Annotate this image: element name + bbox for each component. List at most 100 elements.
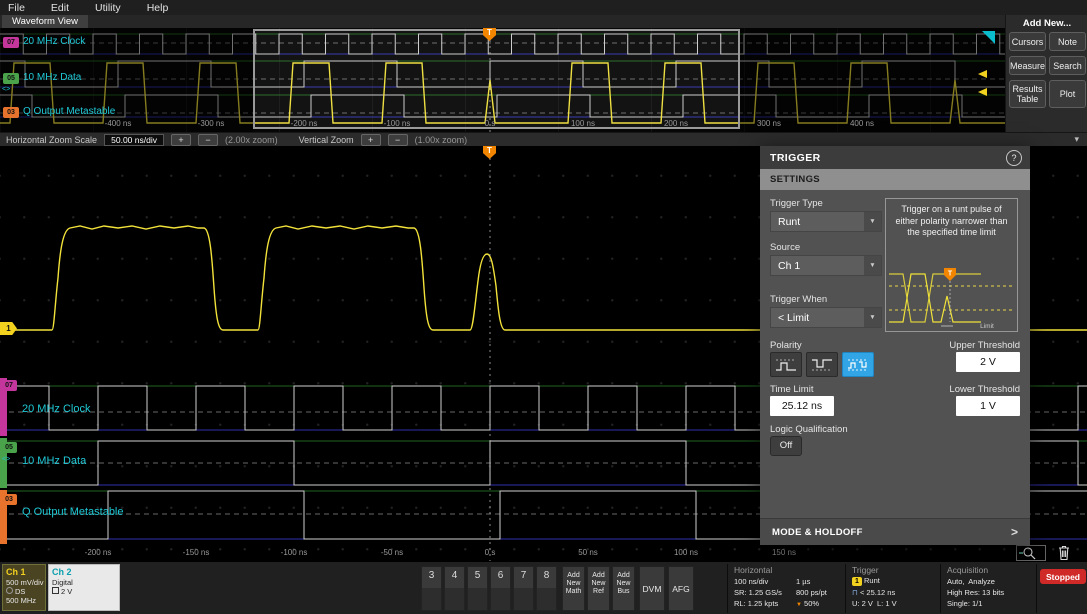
main-axis-tick: 150 ns	[771, 548, 797, 557]
expander-icon[interactable]: <>	[2, 86, 10, 93]
main-label-data: 10 MHz Data	[22, 455, 87, 467]
ch4-button[interactable]: 4	[444, 566, 465, 611]
overview-zoom-box[interactable]	[253, 29, 740, 129]
trigger-type-dropdown[interactable]: Runt ▼	[770, 211, 882, 232]
main-badge-d7[interactable]: 07	[1, 380, 17, 391]
overview-badge-d5[interactable]: 05	[3, 73, 19, 84]
overview-badge-d7[interactable]: 07	[3, 37, 19, 48]
source-dropdown[interactable]: Ch 1 ▼	[770, 255, 882, 276]
overview-axis-tick: 300 ns	[756, 119, 782, 128]
trash-icon[interactable]	[1056, 544, 1072, 561]
search-mark-icon[interactable]	[982, 31, 995, 44]
lower-threshold-input[interactable]: 1 V	[956, 396, 1020, 416]
cursors-button[interactable]: Cursors	[1009, 32, 1046, 51]
ch5-button[interactable]: 5	[467, 566, 488, 611]
dvm-button[interactable]: DVM	[639, 566, 665, 611]
measure-button[interactable]: Measure	[1009, 56, 1046, 75]
overview-axis-tick: 100 ns	[570, 119, 596, 128]
v-zoom-label: Vertical Zoom	[298, 134, 354, 145]
menu-edit[interactable]: Edit	[51, 2, 69, 14]
main-label-clock: 20 MHz Clock	[22, 403, 91, 415]
runt-icon: ⊓	[852, 588, 858, 597]
ch8-button[interactable]: 8	[536, 566, 557, 611]
trigger-title: Trigger	[852, 565, 879, 575]
h-zoom-factor: (2.00x zoom)	[225, 134, 278, 145]
help-icon[interactable]: ?	[1006, 150, 1022, 166]
trigger-type-value: Runt	[778, 215, 801, 228]
waveform-overview: T 07 05 03 <> 20 MHz Clock 10 MHz Data Q…	[0, 28, 1005, 132]
horizontal-title: Horizontal	[734, 565, 773, 575]
trigger-panel-header[interactable]: TRIGGER ?	[760, 146, 1030, 169]
ch1-name: Ch 1	[6, 567, 26, 577]
tab-settings[interactable]: SETTINGS	[760, 169, 1030, 190]
logic-qualification-off-button[interactable]: Off	[770, 436, 802, 456]
ch1-badge[interactable]: Ch 1 500 mV/div DS 500 MHz	[2, 564, 46, 611]
add-new-ref-button[interactable]: Add New Ref	[587, 566, 610, 611]
overview-axis-tick: 200 ns	[663, 119, 689, 128]
probe-icon	[6, 587, 13, 594]
acquisition-status[interactable]: Acquisition Auto, Analyze High Res: 13 b…	[943, 564, 1034, 613]
trigger-status[interactable]: Trigger 1 Runt ⊓ < 25.12 ns U: 2 V L: 1 …	[848, 564, 938, 613]
positive-runt-icon	[776, 359, 796, 371]
chevron-down-icon: ▼	[864, 256, 881, 275]
main-axis-tick: 0 s	[484, 548, 496, 557]
oscilloscope-app: File Edit Utility Help Waveform View T 0…	[0, 0, 1087, 614]
v-zoom-plus-button[interactable]: +	[360, 133, 381, 146]
trigger-when-value: < Limit	[778, 311, 810, 324]
polarity-positive-button[interactable]	[770, 352, 802, 377]
ch1-coupling: DS	[3, 587, 45, 596]
ch6-button[interactable]: 6	[490, 566, 511, 611]
main-axis-tick: 100 ns	[673, 548, 699, 557]
h-zoom-scale-input[interactable]: 50.00 ns/div	[104, 133, 165, 146]
ch2-badge[interactable]: Ch 2 Digital 2 V	[48, 564, 120, 611]
menu-utility[interactable]: Utility	[95, 2, 121, 14]
expander-icon[interactable]: <>	[2, 456, 10, 463]
trigger-when-dropdown[interactable]: < Limit ▼	[770, 307, 882, 328]
polarity-either-button[interactable]	[842, 352, 874, 377]
results-table-button[interactable]: Results Table	[1009, 80, 1046, 108]
search-button[interactable]: Search	[1049, 56, 1086, 75]
trigger-type-label: Trigger Type	[770, 198, 823, 209]
ch2-name: Ch 2	[52, 567, 72, 577]
time-limit-input[interactable]: 25.12 ns	[770, 396, 834, 416]
trigger-description-box: Trigger on a runt pulse of either polari…	[885, 198, 1018, 332]
overview-label-meta: Q Output Metastable	[23, 106, 116, 117]
polarity-negative-button[interactable]	[806, 352, 838, 377]
chevron-down-icon[interactable]: ▾	[1074, 134, 1079, 145]
upper-threshold-input[interactable]: 2 V	[956, 352, 1020, 372]
overview-axis-tick: -200 ns	[290, 119, 318, 128]
add-new-math-button[interactable]: Add New Math	[562, 566, 585, 611]
upper-threshold-marker-icon[interactable]	[978, 70, 987, 78]
overview-badge-d3[interactable]: 03	[3, 107, 19, 118]
ch3-button[interactable]: 3	[421, 566, 442, 611]
diagram-limit-label: Limit	[980, 323, 994, 330]
menu-help[interactable]: Help	[147, 2, 169, 14]
menu-file[interactable]: File	[8, 2, 25, 14]
h-zoom-minus-button[interactable]: −	[198, 133, 219, 146]
add-new-panel: Add New... Cursors Note Measure Search R…	[1005, 15, 1087, 132]
zoom-overview-icon[interactable]	[1016, 545, 1046, 561]
note-button[interactable]: Note	[1049, 32, 1086, 51]
lower-threshold-marker-icon[interactable]	[978, 88, 987, 96]
ch1-scale: 500 mV/div	[6, 578, 44, 587]
view-tab-strip: Waveform View	[0, 15, 1005, 28]
add-new-bus-button[interactable]: Add New Bus	[612, 566, 635, 611]
mode-holdoff-bar[interactable]: MODE & HOLDOFF >	[760, 518, 1030, 545]
upper-threshold-label: Upper Threshold	[949, 340, 1020, 351]
main-label-meta: Q Output Metastable	[22, 506, 124, 518]
threshold-icon	[52, 587, 59, 594]
horizontal-status[interactable]: Horizontal 100 ns/div 1 µs SR: 1.25 GS/s…	[730, 564, 843, 613]
main-badge-d5[interactable]: 05	[1, 442, 17, 453]
tab-waveform-view[interactable]: Waveform View	[2, 15, 88, 28]
trigger-settings-panel: TRIGGER ? SETTINGS Trigger Type Runt ▼ T…	[760, 146, 1030, 545]
v-zoom-minus-button[interactable]: −	[387, 133, 408, 146]
polarity-label: Polarity	[770, 340, 802, 351]
h-zoom-plus-button[interactable]: +	[171, 133, 192, 146]
overview-axis-tick: -300 ns	[197, 119, 225, 128]
main-badge-d3[interactable]: 03	[1, 494, 17, 505]
stopped-button[interactable]: Stopped	[1040, 569, 1086, 584]
main-axis-tick: -150 ns	[182, 548, 210, 557]
ch7-button[interactable]: 7	[513, 566, 534, 611]
plot-button[interactable]: Plot	[1049, 80, 1086, 108]
afg-button[interactable]: AFG	[668, 566, 694, 611]
